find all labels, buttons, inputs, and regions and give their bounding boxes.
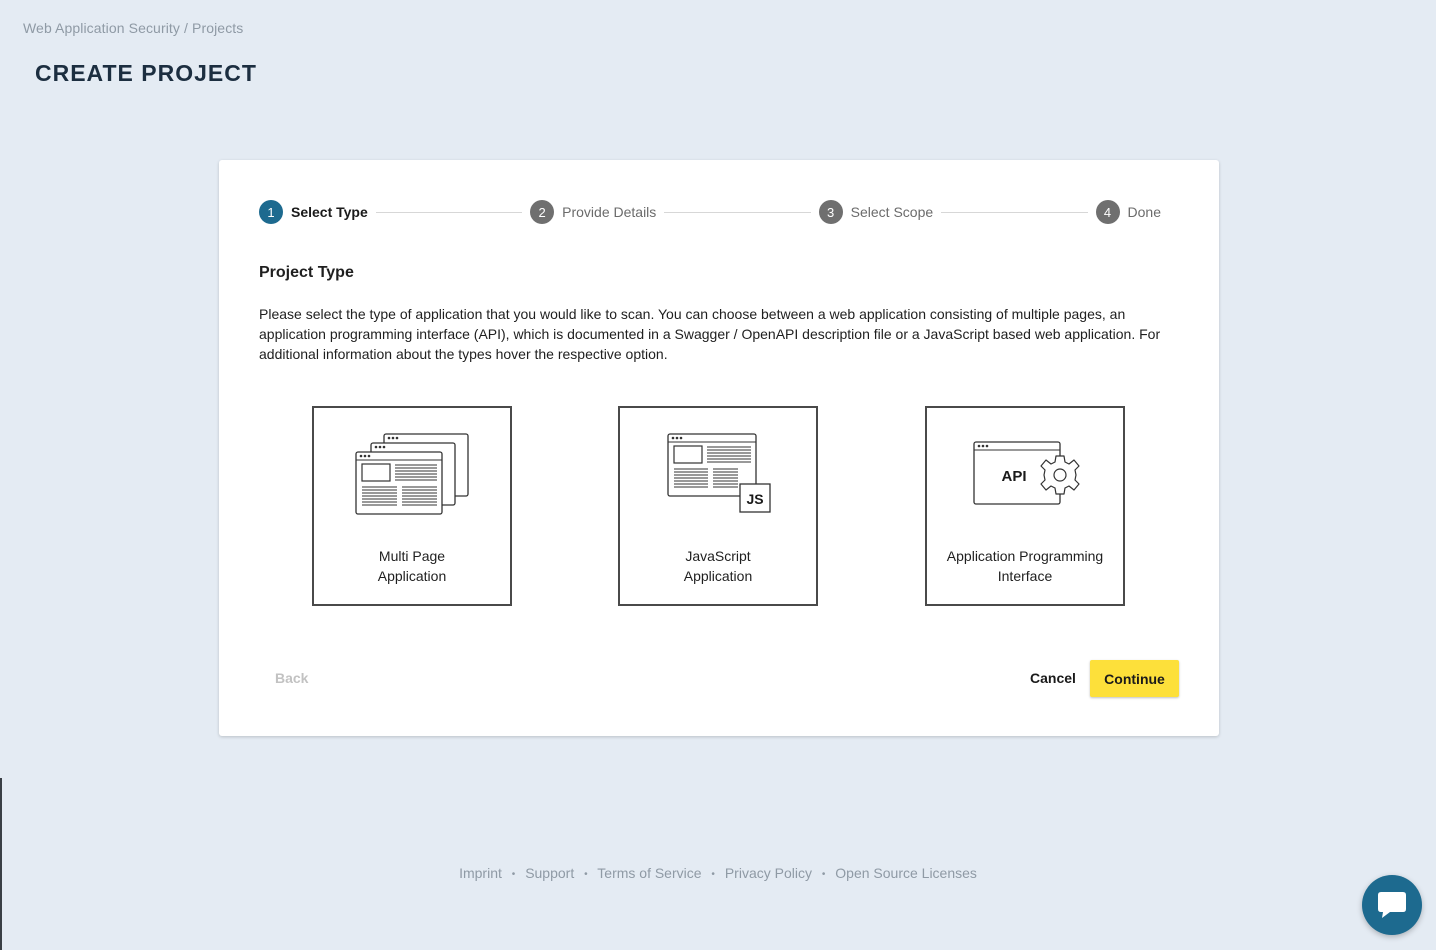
footer-separator: •: [511, 869, 516, 880]
step-provide-details: 2 Provide Details: [530, 200, 656, 224]
option-label: JavaScript Application: [683, 548, 753, 584]
breadcrumb-link-parent[interactable]: Web Application Security: [23, 20, 180, 36]
gear-icon: [1040, 455, 1080, 495]
continue-button[interactable]: Continue: [1090, 660, 1179, 697]
step-select-type: 1 Select Type: [259, 200, 368, 224]
javascript-app-icon: JS: [667, 433, 771, 513]
footer-link-privacy[interactable]: Privacy Policy: [725, 865, 812, 881]
step-number: 1: [259, 200, 283, 224]
multi-page-app-icon: [355, 433, 469, 515]
project-type-description: Please select the type of application th…: [259, 306, 1161, 362]
page-title: CREATE PROJECT: [35, 60, 257, 86]
stepper: 1 Select Type 2 Provide Details 3 Select…: [259, 200, 1161, 224]
chat-bubble-icon: [1378, 892, 1406, 918]
footer-separator: •: [584, 869, 588, 880]
step-select-scope: 3 Select Scope: [818, 200, 934, 224]
step-connector: [375, 211, 523, 213]
cancel-button[interactable]: Cancel: [1019, 660, 1087, 696]
footer-separator: •: [821, 869, 826, 880]
footer-link-imprint[interactable]: Imprint: [459, 865, 502, 881]
step-label: Select Scope: [850, 204, 934, 220]
breadcrumb-separator: /: [184, 20, 189, 36]
step-number: 3: [818, 200, 843, 224]
option-api[interactable]: API Application Programming Interface: [925, 406, 1125, 606]
breadcrumb-link-projects[interactable]: Projects: [192, 20, 243, 36]
step-label: Select Type: [291, 204, 368, 220]
chat-button[interactable]: [1362, 875, 1422, 935]
step-label: Done: [1127, 204, 1161, 220]
breadcrumb: Web Application Security / Projects: [23, 20, 243, 36]
option-javascript-application[interactable]: JS JavaScript Application: [618, 406, 818, 606]
step-number: 4: [1095, 200, 1120, 224]
option-label: Application Programming Interface: [946, 548, 1104, 584]
footer-link-terms[interactable]: Terms of Service: [597, 865, 701, 881]
step-number: 2: [530, 200, 555, 224]
step-label: Provide Details: [562, 204, 657, 220]
footer-separator: •: [711, 869, 715, 880]
js-badge: JS: [746, 491, 763, 507]
footer: Imprint • Support • Terms of Service • P…: [0, 865, 1436, 881]
footer-link-support[interactable]: Support: [525, 865, 574, 881]
step-connector: [664, 211, 811, 213]
api-icon: API: [973, 441, 1080, 505]
option-multi-page-application[interactable]: Multi Page Application: [312, 406, 512, 606]
window-edge: [0, 778, 2, 950]
step-done: 4 Done: [1095, 200, 1161, 224]
step-connector: [941, 211, 1088, 213]
back-button[interactable]: Back: [259, 666, 321, 690]
section-title: Project Type: [259, 264, 354, 281]
footer-link-open-source[interactable]: Open Source Licenses: [835, 865, 977, 881]
create-project-card: 1 Select Type 2 Provide Details 3 Select…: [219, 160, 1219, 736]
option-label: Multi Page Application: [377, 548, 447, 584]
api-badge: API: [1001, 468, 1026, 485]
